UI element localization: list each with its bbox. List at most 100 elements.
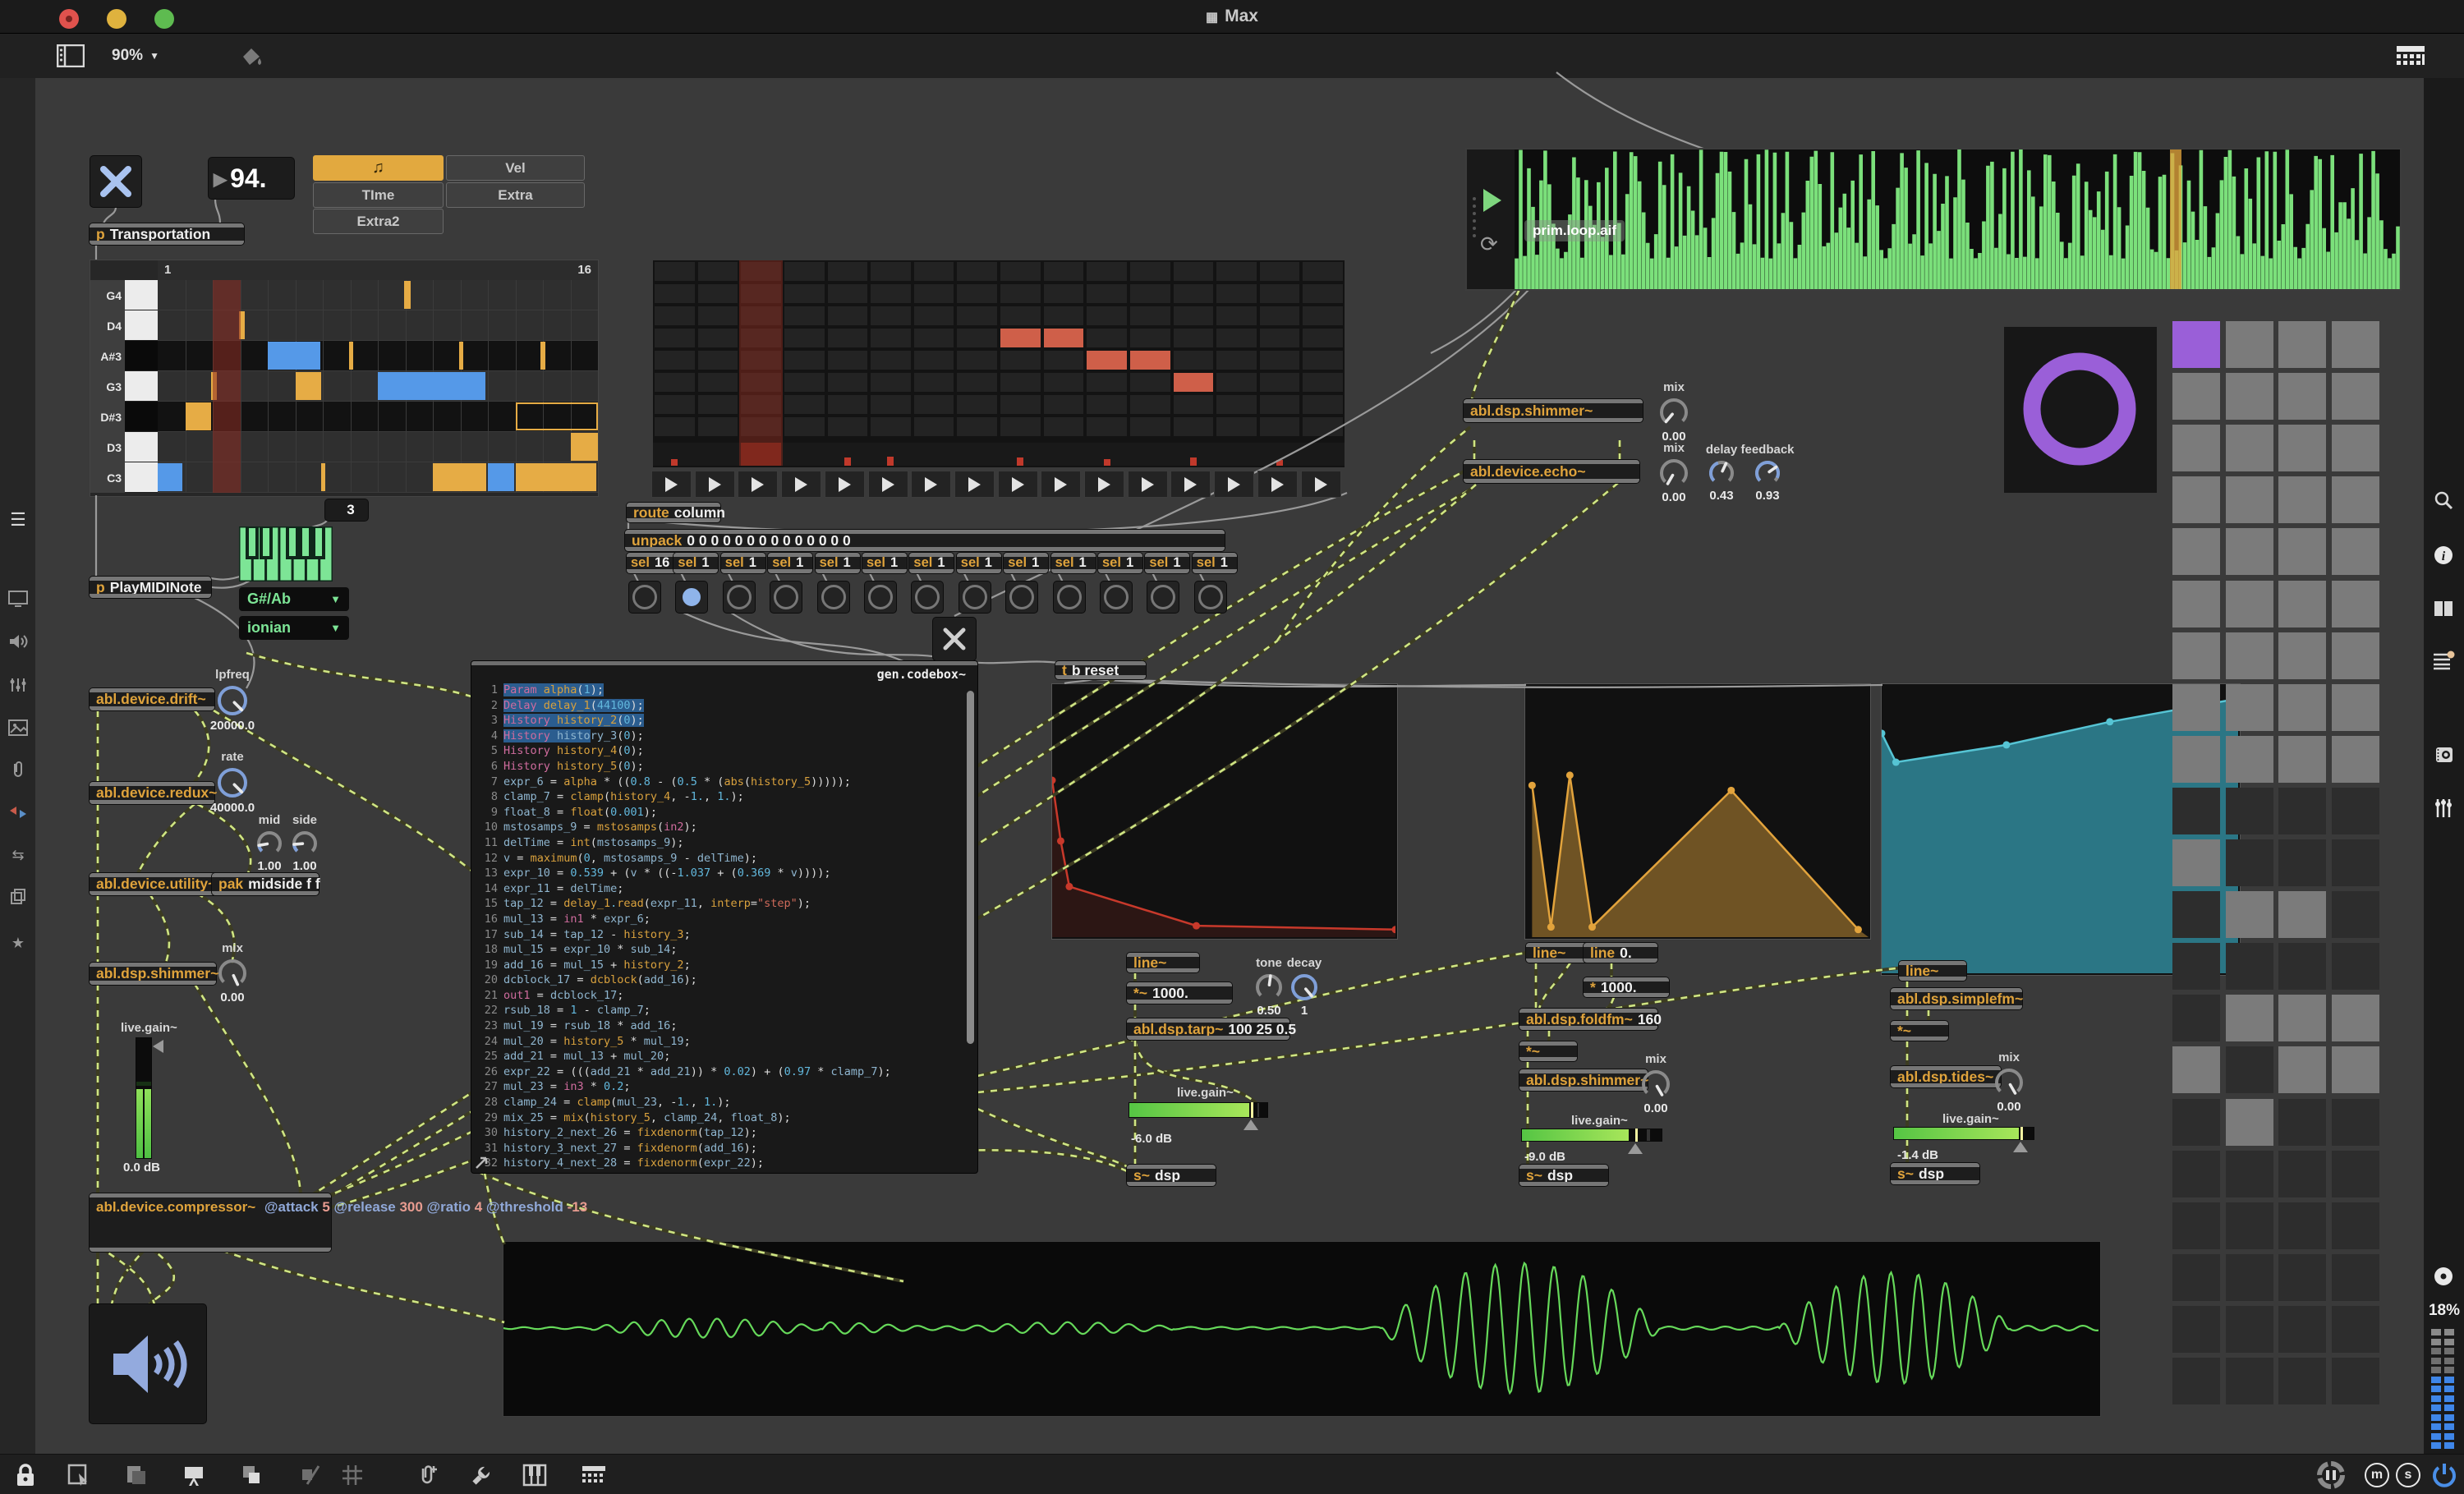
code-line[interactable]: 5History history_4(0); — [476, 743, 959, 759]
pad-cell[interactable] — [2226, 943, 2273, 990]
function-editor-red[interactable] — [1051, 683, 1398, 940]
code-line[interactable]: 1Param alpha(1); — [476, 683, 959, 698]
gen-codebox[interactable]: gen.codebox~ 1Param alpha(1);2Delay dela… — [471, 661, 977, 1173]
kslider-keyboard[interactable] — [239, 526, 333, 582]
pad-cell[interactable] — [2278, 839, 2326, 886]
mix_shimmer-knob[interactable] — [1658, 397, 1689, 428]
purple-ring-panel[interactable] — [2004, 327, 2157, 493]
matrix-cell[interactable] — [1216, 284, 1257, 303]
object-box-sel[interactable]: sel1 — [1098, 553, 1142, 573]
matrix-cell[interactable] — [1260, 373, 1300, 392]
mute-icon[interactable]: m — [2364, 1462, 2390, 1488]
cpu-meter-icon[interactable] — [2316, 1460, 2346, 1490]
matrix-cell[interactable] — [957, 351, 997, 370]
object-box-tides[interactable]: abl.dsp.tides~ — [1891, 1066, 2001, 1087]
solo-icon[interactable]: s — [2395, 1462, 2421, 1488]
code-line[interactable]: 32history_4_next_28 = fixdenorm(expr_22)… — [476, 1156, 959, 1171]
menu-icon[interactable]: ☰ — [5, 508, 31, 531]
column-trigger-button[interactable] — [1302, 471, 1340, 497]
matrix-cell[interactable] — [784, 306, 825, 325]
object-box-sel[interactable]: sel1 — [816, 553, 860, 573]
speaker-icon[interactable] — [5, 630, 31, 653]
velocity-bar[interactable] — [844, 457, 851, 466]
column-trigger-button[interactable] — [1129, 471, 1167, 497]
pad-cell[interactable] — [2332, 788, 2379, 834]
object-box-compressor[interactable]: abl.device.compressor~ @attack 5 @releas… — [90, 1193, 331, 1252]
pad-cell[interactable] — [2226, 528, 2273, 575]
matrix-cell[interactable] — [871, 395, 911, 414]
object-box-line2[interactable]: line~ — [1526, 943, 1592, 963]
column-trigger-button[interactable] — [999, 471, 1037, 497]
note-cell[interactable] — [158, 463, 182, 491]
object-box-sdsp1[interactable]: s~dsp — [1127, 1165, 1216, 1186]
display-icon[interactable] — [5, 587, 31, 610]
matrix-cell[interactable] — [871, 284, 911, 303]
matrix-cell[interactable] — [828, 395, 868, 414]
matrix-cell[interactable] — [698, 329, 738, 347]
object-box-sel[interactable]: sel1 — [673, 553, 718, 573]
matrix-cell[interactable] — [1000, 284, 1041, 303]
live-gain-col3[interactable] — [1894, 1128, 2034, 1139]
column-trigger-button[interactable] — [696, 471, 734, 497]
bang-button[interactable] — [959, 582, 991, 613]
pad-cell[interactable] — [2278, 736, 2326, 783]
pad-cell[interactable] — [2332, 476, 2379, 523]
matrix-cell[interactable] — [698, 373, 738, 392]
pad-cell[interactable] — [2278, 1046, 2326, 1093]
matrix-cell[interactable] — [784, 395, 825, 414]
pad-cell[interactable] — [2278, 943, 2326, 990]
pad-cell[interactable] — [2332, 1358, 2379, 1404]
object-box-shimmer2[interactable]: abl.dsp.shimmer~ — [1519, 1069, 1648, 1091]
matrix-cell[interactable] — [784, 262, 825, 281]
bang-button[interactable] — [1054, 582, 1085, 613]
matrix-cell[interactable] — [1000, 373, 1041, 392]
pad-cell[interactable] — [2172, 476, 2220, 523]
tab-notes[interactable]: ♫ — [313, 155, 444, 181]
velocity-bar[interactable] — [671, 459, 678, 466]
pad-cell[interactable] — [2226, 891, 2273, 938]
pad-cell[interactable] — [2278, 1254, 2326, 1301]
matrix-cell[interactable] — [828, 417, 868, 436]
matrix-cell-on[interactable] — [1044, 329, 1084, 347]
pad-cell[interactable] — [2332, 321, 2379, 368]
object-box-foldfm[interactable]: abl.dsp.foldfm~160 — [1519, 1009, 1657, 1030]
matrix-cell[interactable] — [1216, 329, 1257, 347]
velocity-bar[interactable] — [1104, 459, 1110, 466]
matrix-cell[interactable] — [1044, 373, 1084, 392]
matrix-cell[interactable] — [1044, 395, 1084, 414]
pad-cell[interactable] — [2226, 788, 2273, 834]
object-box-sel[interactable]: sel1 — [768, 553, 812, 573]
matrix-cell[interactable] — [1087, 329, 1127, 347]
object-box-line0[interactable]: line0. — [1584, 943, 1657, 963]
object-box-sdsp2[interactable]: s~dsp — [1519, 1165, 1608, 1186]
pad-grid[interactable] — [2172, 321, 2388, 1410]
record-icon[interactable] — [2431, 1264, 2456, 1289]
image-icon[interactable] — [5, 716, 31, 739]
bang-button[interactable] — [770, 582, 802, 613]
note-cell[interactable] — [404, 281, 411, 309]
object-box-sel[interactable]: sel1 — [1051, 553, 1096, 573]
object-box-unpack[interactable]: unpack0 0 0 0 0 0 0 0 0 0 0 0 0 0 — [625, 530, 1225, 551]
code-line[interactable]: 12v = maximum(0, mstosamps_9 - delTime); — [476, 851, 959, 867]
matrix-cell[interactable] — [784, 373, 825, 392]
matrix-cell[interactable] — [698, 262, 738, 281]
matrix-cell[interactable] — [957, 262, 997, 281]
pad-cell[interactable] — [2226, 1358, 2273, 1404]
matrix-cell[interactable] — [914, 395, 954, 414]
matrix-cell-on[interactable] — [1174, 373, 1214, 392]
matrix-cell[interactable] — [957, 373, 997, 392]
mix_col3-knob[interactable] — [1993, 1067, 2025, 1098]
matrix-cell[interactable] — [828, 284, 868, 303]
note-cell[interactable] — [268, 342, 320, 370]
pad-cell[interactable] — [2332, 839, 2379, 886]
pad-cell[interactable] — [2332, 891, 2379, 938]
scale-menu[interactable]: ionian▼ — [239, 616, 349, 640]
object-box-pak[interactable]: pakmidside f f — [212, 873, 319, 895]
pad-cell[interactable] — [2226, 632, 2273, 679]
matrix-cell[interactable] — [1130, 329, 1170, 347]
lpfreq-knob[interactable] — [216, 684, 249, 717]
matrix-cell[interactable] — [1087, 395, 1127, 414]
pad-cell[interactable] — [2172, 425, 2220, 471]
pad-cell[interactable] — [2278, 1202, 2326, 1249]
object-box-utility[interactable]: abl.device.utility~ — [90, 873, 219, 895]
